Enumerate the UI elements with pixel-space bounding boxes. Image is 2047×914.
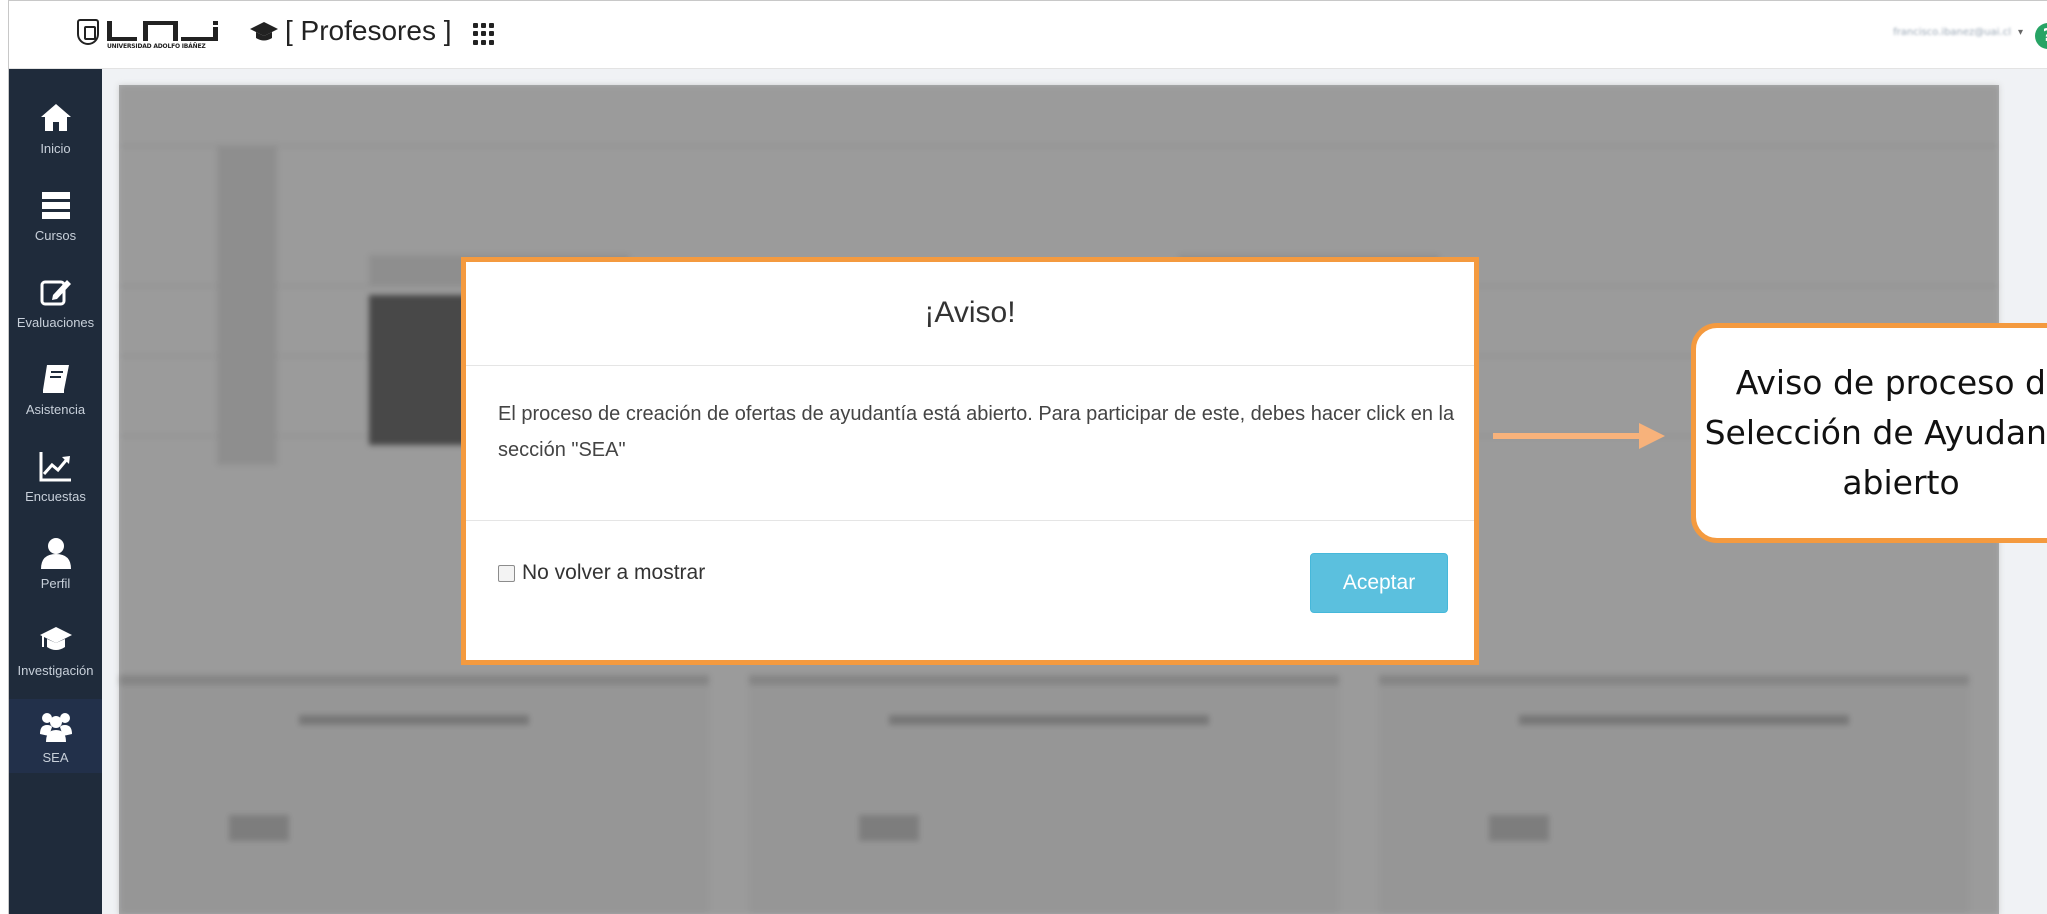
graduation-cap-icon (249, 19, 279, 51)
app-title: [ Profesores ] (285, 15, 452, 46)
book-icon (39, 362, 73, 396)
dont-show-again-label[interactable]: No volver a mostrar (522, 561, 705, 585)
sidebar-item-label: Cursos (34, 228, 77, 243)
annotation-callout: Aviso de proceso de Selección de Ayudant… (1691, 323, 2047, 543)
arrow-right-icon (1639, 423, 1665, 449)
crest-icon (77, 19, 99, 45)
home-icon (39, 101, 73, 135)
user-menu[interactable]: francisco.ibanez@uai.cl (1893, 27, 2011, 38)
users-icon (39, 710, 73, 744)
sidebar-item-label: Perfil (40, 576, 71, 591)
sidebar-item-label: Investigación (17, 663, 94, 678)
annotation-arrow (1493, 433, 1643, 439)
sidebar-item-asistencia[interactable]: Asistencia (9, 350, 102, 436)
sidebar-item-cursos[interactable]: Cursos (9, 176, 102, 262)
sidebar-item-sea[interactable]: SEA (9, 698, 102, 784)
university-logo[interactable]: UNIVERSIDAD ADOLFO IBÁÑEZ (77, 17, 229, 51)
chart-icon (39, 449, 73, 483)
sidebar-item-label: Inicio (40, 141, 71, 156)
help-icon[interactable]: ? (2035, 23, 2047, 49)
sidebar-item-inicio[interactable]: Inicio (9, 89, 102, 175)
courses-icon (39, 188, 73, 222)
sidebar-item-label: Asistencia (25, 402, 86, 417)
sidebar-item-label: Encuestas (25, 489, 86, 504)
edit-icon (39, 275, 73, 309)
sidebar-item-evaluaciones[interactable]: Evaluaciones (9, 263, 102, 349)
uai-wordmark (107, 21, 227, 41)
sidebar-item-label: Evaluaciones (16, 315, 95, 330)
callout-line: abierto (1842, 463, 1960, 502)
top-bar: UNIVERSIDAD ADOLFO IBÁÑEZ [ Profesores ]… (9, 1, 2047, 69)
callout-text: Aviso de proceso de Selección de Ayudant… (1696, 358, 2047, 508)
modal-footer: No volver a mostrar Aceptar (466, 520, 1474, 660)
user-icon (39, 536, 73, 570)
sidebar-item-label: SEA (42, 750, 69, 765)
sidebar-item-encuestas[interactable]: Encuestas (9, 437, 102, 523)
dont-show-again-option[interactable]: No volver a mostrar (498, 561, 705, 585)
caret-down-icon[interactable]: ▾ (2018, 27, 2023, 38)
notice-modal: ¡Aviso! El proceso de creación de oferta… (461, 257, 1479, 665)
graduation-cap-icon (39, 623, 73, 657)
modal-header: ¡Aviso! (466, 262, 1474, 366)
accept-button[interactable]: Aceptar (1310, 553, 1448, 613)
logo-subtext: UNIVERSIDAD ADOLFO IBÁÑEZ (107, 43, 206, 50)
callout-line: Selección de Ayudantes (1704, 413, 2047, 452)
sidebar-item-perfil[interactable]: Perfil (9, 524, 102, 610)
sidebar-item-investigacion[interactable]: Investigación (9, 611, 102, 697)
modal-body-text: El proceso de creación de ofertas de ayu… (498, 403, 1455, 461)
apps-grid-icon[interactable] (473, 23, 495, 45)
app-window: UNIVERSIDAD ADOLFO IBÁÑEZ [ Profesores ]… (8, 0, 2047, 914)
dont-show-again-checkbox[interactable] (498, 564, 515, 582)
sidebar: Inicio Cursos Evaluaciones Asistencia En (9, 69, 102, 914)
modal-title: ¡Aviso! (924, 296, 1016, 329)
callout-line: Aviso de proceso de (1735, 363, 2047, 402)
